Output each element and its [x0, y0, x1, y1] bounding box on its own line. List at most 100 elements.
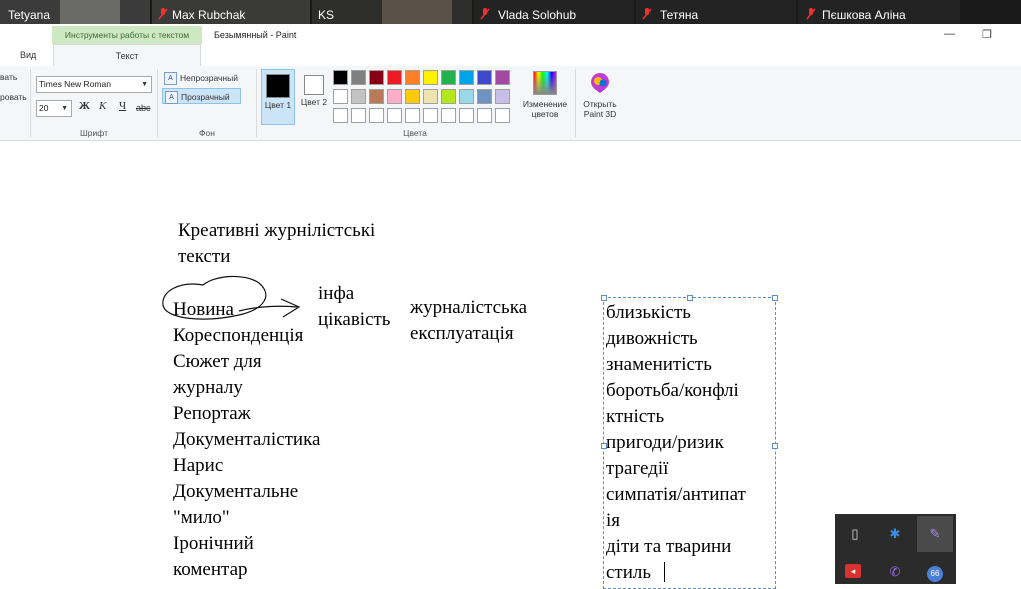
strikethrough-button[interactable]: abc [136, 103, 151, 113]
palette-swatch[interactable] [441, 70, 456, 85]
context-tab-header: Инструменты работы с текстом [52, 26, 202, 44]
muted-mic-icon [642, 8, 652, 20]
window-title: Безымянный - Paint [214, 30, 297, 40]
divider [575, 69, 576, 137]
usb-icon[interactable]: ▯ [845, 524, 865, 544]
tab-text[interactable]: Текст [53, 44, 201, 67]
bold-button[interactable]: Ж [79, 100, 90, 112]
palette-swatch[interactable] [441, 108, 456, 123]
chevron-down-icon: ▼ [141, 81, 148, 88]
video-thumbnail [60, 0, 120, 24]
palette-swatch[interactable] [369, 108, 384, 123]
genre-item: Іронічний [173, 533, 254, 554]
palette-swatch[interactable] [459, 108, 474, 123]
participant-tile[interactable]: KS [312, 0, 472, 24]
participant-name: Tetyana [8, 8, 51, 22]
minimize-button[interactable]: — [944, 28, 955, 40]
palette-swatch[interactable] [333, 108, 348, 123]
divider [30, 69, 31, 137]
palette-swatch[interactable] [387, 70, 402, 85]
font-family-select[interactable]: Times New Roman ▼ [36, 76, 152, 93]
text-box-line: боротьба/конфлі [606, 380, 739, 401]
bluetooth-icon[interactable]: ✱ [885, 524, 905, 544]
info-text: інфа [318, 283, 355, 304]
genre-item: "мило" [173, 507, 230, 528]
palette-swatch[interactable] [459, 70, 474, 85]
restore-button[interactable]: ❐ [982, 28, 992, 41]
palette-swatch[interactable] [333, 89, 348, 104]
copy-button-label[interactable]: ровать [0, 92, 27, 102]
palette-swatch[interactable] [405, 70, 420, 85]
italic-button[interactable]: К [99, 100, 106, 112]
palette-swatch[interactable] [333, 70, 348, 85]
palette-swatch[interactable] [477, 108, 492, 123]
chevron-down-icon: ▼ [61, 105, 68, 112]
participant-name: Пєшкова Аліна [822, 8, 906, 22]
palette-swatch[interactable] [387, 89, 402, 104]
font-family-value: Times New Roman [39, 79, 111, 89]
participant-tile[interactable]: Max Rubchak [152, 0, 310, 24]
palette-swatch[interactable] [351, 70, 366, 85]
palette-swatch[interactable] [423, 70, 438, 85]
text-box-line: пригоди/ризик [606, 432, 724, 453]
palette-swatch[interactable] [387, 108, 402, 123]
tray-overflow-popup: ▯ ✱ ✎ ◂ ✆ 66 [835, 514, 956, 584]
tab-view[interactable]: Вид [20, 44, 36, 66]
genre-item: журналу [173, 377, 243, 398]
muted-mic-icon [806, 8, 816, 20]
underline-button[interactable]: Ч [119, 100, 126, 112]
color2-button[interactable]: Цвет 2 [297, 69, 331, 125]
opaque-icon: A [164, 72, 177, 85]
palette-swatch[interactable] [405, 108, 420, 123]
participant-name: Тетяна [660, 8, 699, 22]
color-spectrum-icon [533, 71, 557, 95]
font-group-label: Шрифт [80, 128, 108, 138]
genre-item: Нарис [173, 455, 224, 476]
paste-button-label[interactable]: вать [0, 72, 17, 82]
notification-badge-icon[interactable]: 66 [927, 566, 943, 582]
palette-swatch[interactable] [405, 89, 420, 104]
participant-tile[interactable]: Тетяна [636, 0, 796, 24]
open-paint3d-button[interactable]: Открыть Paint 3D [578, 69, 622, 119]
background-group-label: Фон [199, 128, 215, 138]
colors-group-label: Цвета [403, 128, 427, 138]
opaque-option[interactable]: A Непрозрачный [162, 70, 252, 86]
genre-item: Документалістика [173, 429, 321, 450]
color1-button[interactable]: Цвет 1 [261, 69, 295, 125]
transparent-option[interactable]: A Прозрачный [162, 88, 241, 104]
palette-swatch[interactable] [369, 89, 384, 104]
participant-tile[interactable]: Vlada Solohub [474, 0, 634, 24]
palette-swatch[interactable] [423, 89, 438, 104]
genre-item: Сюжет для [173, 351, 262, 372]
app-icon[interactable]: ◂ [845, 564, 861, 578]
hand-drawn-circle-arrow [162, 275, 301, 320]
palette-swatch[interactable] [369, 70, 384, 85]
genre-item: коментар [173, 559, 248, 580]
palette-swatch[interactable] [495, 89, 510, 104]
resize-handle[interactable] [772, 295, 778, 301]
palette-swatch[interactable] [477, 89, 492, 104]
participant-tile[interactable]: Tetyana [0, 0, 150, 24]
palette-swatch[interactable] [495, 70, 510, 85]
palette-swatch[interactable] [477, 70, 492, 85]
heading-line: Креативні журнілістські [178, 220, 376, 241]
palette-swatch[interactable] [441, 89, 456, 104]
title-bar: Инструменты работы с текстом Безымянный … [0, 24, 1021, 44]
palette-swatch[interactable] [495, 108, 510, 123]
palette-swatch[interactable] [423, 108, 438, 123]
feather-icon[interactable]: ✎ [925, 524, 945, 544]
text-box-line: трагедії [606, 458, 669, 479]
viber-icon[interactable]: ✆ [885, 562, 905, 582]
palette-swatch[interactable] [459, 89, 474, 104]
text-box-line: ія [606, 510, 621, 531]
resize-handle[interactable] [772, 443, 778, 449]
palette-swatch[interactable] [351, 89, 366, 104]
font-size-select[interactable]: 20 ▼ [36, 100, 72, 117]
participant-name: KS [318, 8, 335, 22]
edit-colors-button[interactable]: Изменение цветов [520, 69, 570, 119]
palette-swatch[interactable] [351, 108, 366, 123]
exploitation-text: експлуатація [410, 323, 514, 344]
participant-tile[interactable]: Пєшкова Аліна [798, 0, 960, 24]
font-size-value: 20 [39, 103, 49, 113]
active-text-box[interactable]: близькість дивожність знаменитість боротьба… [601, 295, 778, 589]
